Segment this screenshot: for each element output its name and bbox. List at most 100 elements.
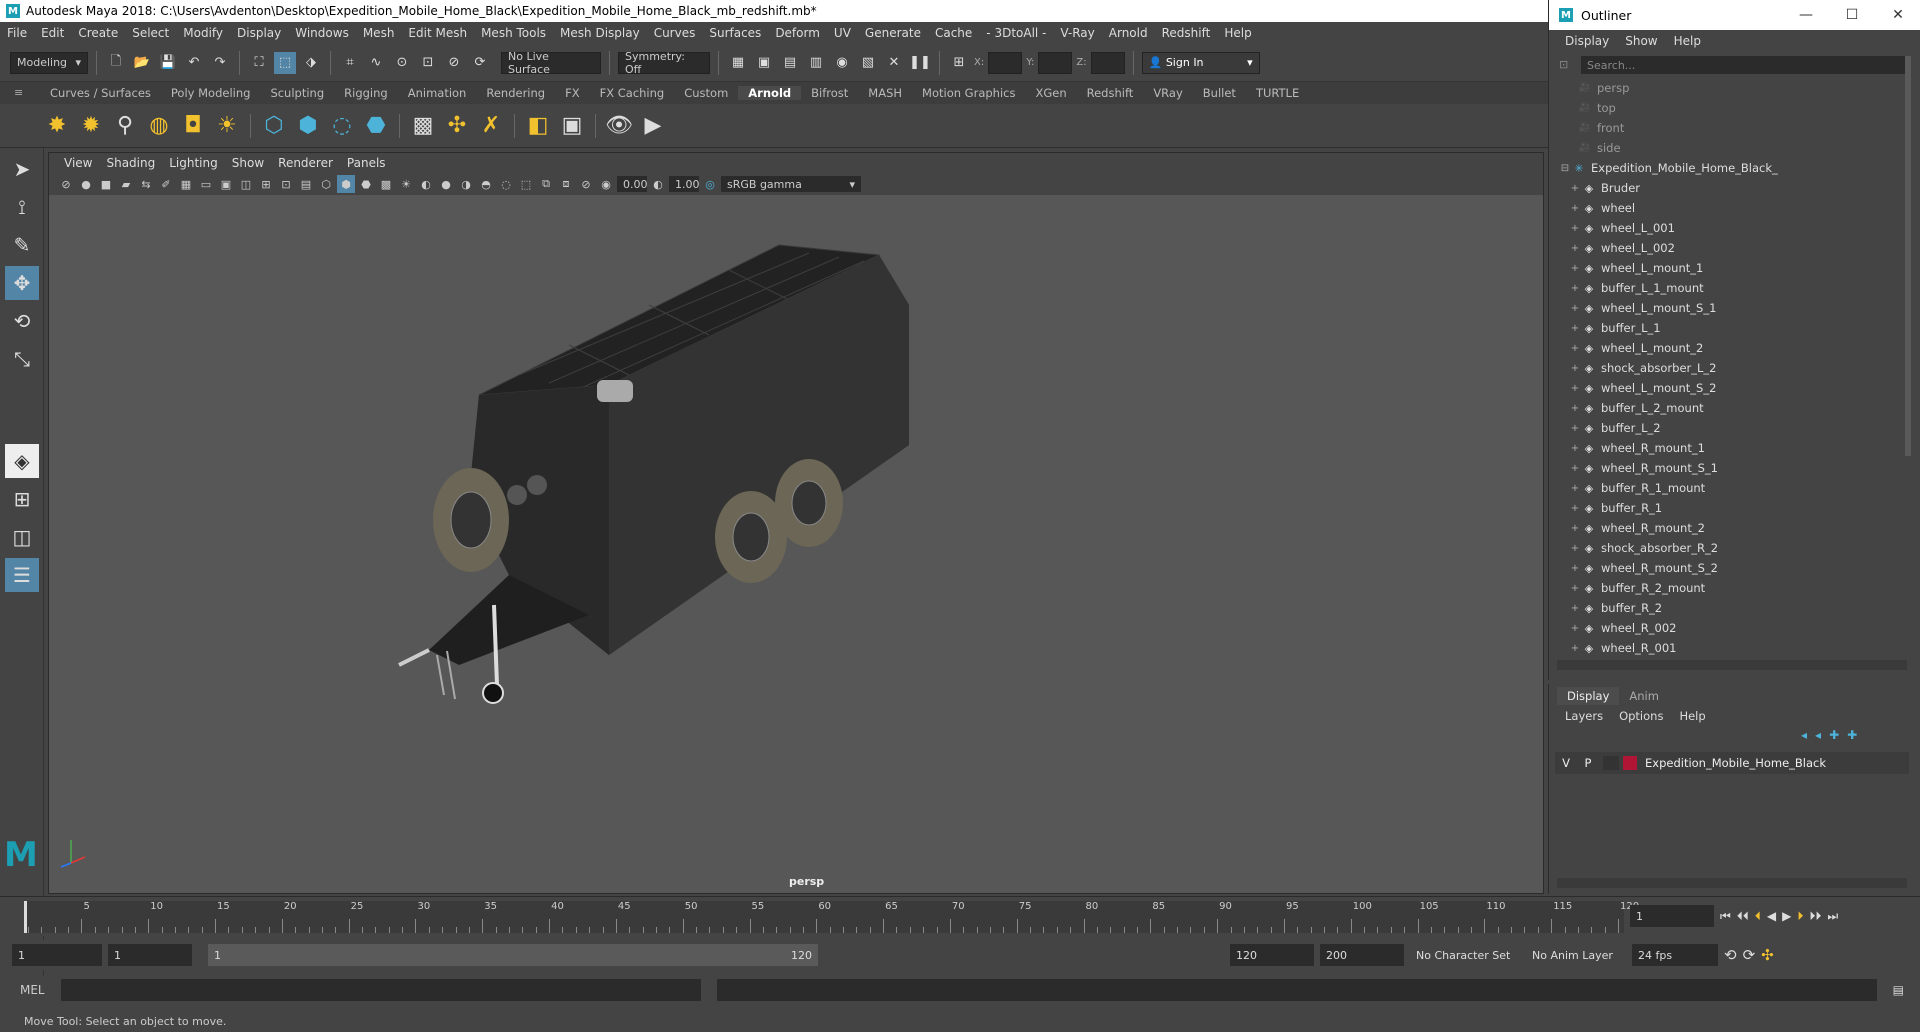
- outliner-menu-display[interactable]: Display: [1557, 34, 1617, 48]
- arnold-render-icon[interactable]: ▧: [857, 52, 879, 74]
- motion-blur-icon[interactable]: ◑: [457, 175, 475, 193]
- sign-in-button[interactable]: 👤 Sign In ▾: [1141, 51, 1260, 74]
- color-space-dropdown[interactable]: sRGB gamma ▾: [721, 176, 861, 192]
- snap-view-icon[interactable]: ⊡: [417, 52, 439, 74]
- gate-mask-icon[interactable]: ◫: [237, 175, 255, 193]
- depth-of-field-icon[interactable]: ◌: [497, 175, 515, 193]
- script-editor-icon[interactable]: ▤: [1893, 983, 1904, 997]
- menu-edit-mesh[interactable]: Edit Mesh: [401, 26, 474, 40]
- menu-redshift[interactable]: Redshift: [1155, 26, 1218, 40]
- expand-icon[interactable]: +: [1569, 243, 1581, 254]
- expand-icon[interactable]: +: [1569, 543, 1581, 554]
- outliner-mesh-item[interactable]: + ◈ buffer_L_2_mount: [1549, 398, 1911, 418]
- snap-live-icon[interactable]: ⟳: [469, 52, 491, 74]
- outliner-layout-icon[interactable]: ☰: [5, 558, 39, 592]
- viewport-menu-lighting[interactable]: Lighting: [162, 156, 225, 170]
- y-field[interactable]: [1038, 51, 1073, 74]
- shelf-tab-redshift[interactable]: Redshift: [1077, 86, 1144, 100]
- layer-playback-toggle[interactable]: P: [1577, 756, 1599, 770]
- shelf-tab-vray[interactable]: VRay: [1143, 86, 1192, 100]
- menu-mesh-display[interactable]: Mesh Display: [553, 26, 647, 40]
- select-component-icon[interactable]: ⬗: [300, 52, 322, 74]
- grid-toggle-icon[interactable]: ▦: [177, 175, 195, 193]
- menu-create[interactable]: Create: [71, 26, 125, 40]
- viewport-menu-show[interactable]: Show: [225, 156, 271, 170]
- snap-point-icon[interactable]: ⊙: [391, 52, 413, 74]
- outliner-mesh-item[interactable]: + ◈ buffer_R_2_mount: [1549, 578, 1911, 598]
- menu-mesh[interactable]: Mesh: [356, 26, 402, 40]
- outliner-mesh-item[interactable]: + ◈ shock_absorber_L_2: [1549, 358, 1911, 378]
- outliner-mesh-item[interactable]: + ◈ buffer_R_2: [1549, 598, 1911, 618]
- select-hierarchy-icon[interactable]: ⛶: [248, 52, 270, 74]
- layer-row[interactable]: V P Expedition_Mobile_Home_Black: [1555, 752, 1909, 774]
- expand-icon[interactable]: +: [1569, 343, 1581, 354]
- grease-pencil-icon[interactable]: ✐: [157, 175, 175, 193]
- open-scene-icon[interactable]: 📂: [131, 52, 153, 74]
- mesh-light-icon[interactable]: ✹: [76, 111, 106, 141]
- shelf-tab-turtle[interactable]: TURTLE: [1246, 86, 1309, 100]
- shelf-tab-custom[interactable]: Custom: [674, 86, 738, 100]
- select-object-icon[interactable]: ⬚: [274, 51, 296, 74]
- photometric-light-icon[interactable]: ⚲: [110, 111, 140, 141]
- pause-icon[interactable]: ❚❚: [909, 52, 931, 74]
- expand-icon[interactable]: +: [1569, 323, 1581, 334]
- shelf-tab-bullet[interactable]: Bullet: [1193, 86, 1246, 100]
- outliner-mesh-item[interactable]: + ◈ wheel_L_mount_S_2: [1549, 378, 1911, 398]
- menu-mesh-tools[interactable]: Mesh Tools: [474, 26, 553, 40]
- shelf-menu-icon[interactable]: ≡: [14, 86, 28, 100]
- camera-attributes-icon[interactable]: ●: [77, 175, 95, 193]
- render-view-icon[interactable]: ▦: [727, 52, 749, 74]
- light-portal-icon[interactable]: ◘: [178, 111, 208, 141]
- layer-type-toggle[interactable]: [1603, 756, 1619, 770]
- expand-icon[interactable]: +: [1569, 203, 1581, 214]
- expand-icon[interactable]: +: [1569, 563, 1581, 574]
- menu-v-ray[interactable]: V-Ray: [1053, 26, 1101, 40]
- shelf-tab-xgen[interactable]: XGen: [1025, 86, 1076, 100]
- step-forward-key-icon[interactable]: ⏵⏵: [1809, 909, 1821, 924]
- shelf-tab-sculpting[interactable]: Sculpting: [260, 86, 334, 100]
- ipr-render-icon[interactable]: ▤: [779, 52, 801, 74]
- single-perspective-layout-icon[interactable]: ◈: [5, 444, 39, 478]
- outliner-mesh-item[interactable]: + ◈ shock_absorber_R_2: [1549, 538, 1911, 558]
- expand-icon[interactable]: +: [1569, 623, 1581, 634]
- expand-icon[interactable]: +: [1569, 363, 1581, 374]
- shelf-tab-mash[interactable]: MASH: [858, 86, 912, 100]
- tab-display[interactable]: Display: [1557, 687, 1620, 705]
- outliner-mesh-item[interactable]: + ◈ wheel_L_001: [1549, 218, 1911, 238]
- outliner-camera-item[interactable]: 🎥 persp: [1549, 78, 1911, 98]
- safe-action-icon[interactable]: ⊡: [277, 175, 295, 193]
- viewport-menu-view[interactable]: View: [57, 156, 99, 170]
- menu-3dtoall[interactable]: - 3DtoAll -: [979, 26, 1053, 40]
- outliner-group-item[interactable]: ⊟ ✳ Expedition_Mobile_Home_Black_: [1549, 158, 1911, 178]
- menu-surfaces[interactable]: Surfaces: [702, 26, 768, 40]
- render-preview-icon[interactable]: 👁: [604, 111, 634, 141]
- outliner-mesh-item[interactable]: + ◈ wheel_R_mount_2: [1549, 518, 1911, 538]
- outliner-mesh-item[interactable]: + ◈ wheel_R_mount_S_2: [1549, 558, 1911, 578]
- lasso-tool-icon[interactable]: ⟟: [5, 190, 39, 224]
- viewport-menu-shading[interactable]: Shading: [99, 156, 162, 170]
- menu-cache[interactable]: Cache: [928, 26, 979, 40]
- expand-icon[interactable]: +: [1569, 223, 1581, 234]
- use-lights-icon[interactable]: ☀: [397, 175, 415, 193]
- menu-windows[interactable]: Windows: [288, 26, 356, 40]
- menu-generate[interactable]: Generate: [858, 26, 928, 40]
- expand-icon[interactable]: +: [1569, 183, 1581, 194]
- scale-tool-icon[interactable]: ⤡: [5, 342, 39, 376]
- menu-modify[interactable]: Modify: [176, 26, 230, 40]
- shelf-tab-arnold[interactable]: Arnold: [738, 86, 802, 100]
- tx-remove-icon[interactable]: ✗: [476, 111, 506, 141]
- camera-select-icon[interactable]: ⊘: [57, 175, 75, 193]
- volume-icon[interactable]: ⬣: [361, 111, 391, 141]
- move-layer-up-icon[interactable]: ◂: [1801, 728, 1807, 742]
- current-frame-field[interactable]: 1: [1630, 905, 1714, 927]
- menu-help[interactable]: Help: [1217, 26, 1258, 40]
- four-view-layout-icon[interactable]: ⊞: [5, 482, 39, 516]
- outliner-search-input[interactable]: Search...: [1581, 56, 1911, 74]
- render-frame-icon[interactable]: ▣: [753, 52, 775, 74]
- redo-icon[interactable]: ↷: [209, 52, 231, 74]
- step-back-key-icon[interactable]: ⏴⏴: [1737, 909, 1749, 924]
- menu-curves[interactable]: Curves: [647, 26, 703, 40]
- layer-color-swatch[interactable]: [1623, 756, 1637, 770]
- rotate-tool-icon[interactable]: ⟲: [5, 304, 39, 338]
- shelf-tab-rigging[interactable]: Rigging: [334, 86, 398, 100]
